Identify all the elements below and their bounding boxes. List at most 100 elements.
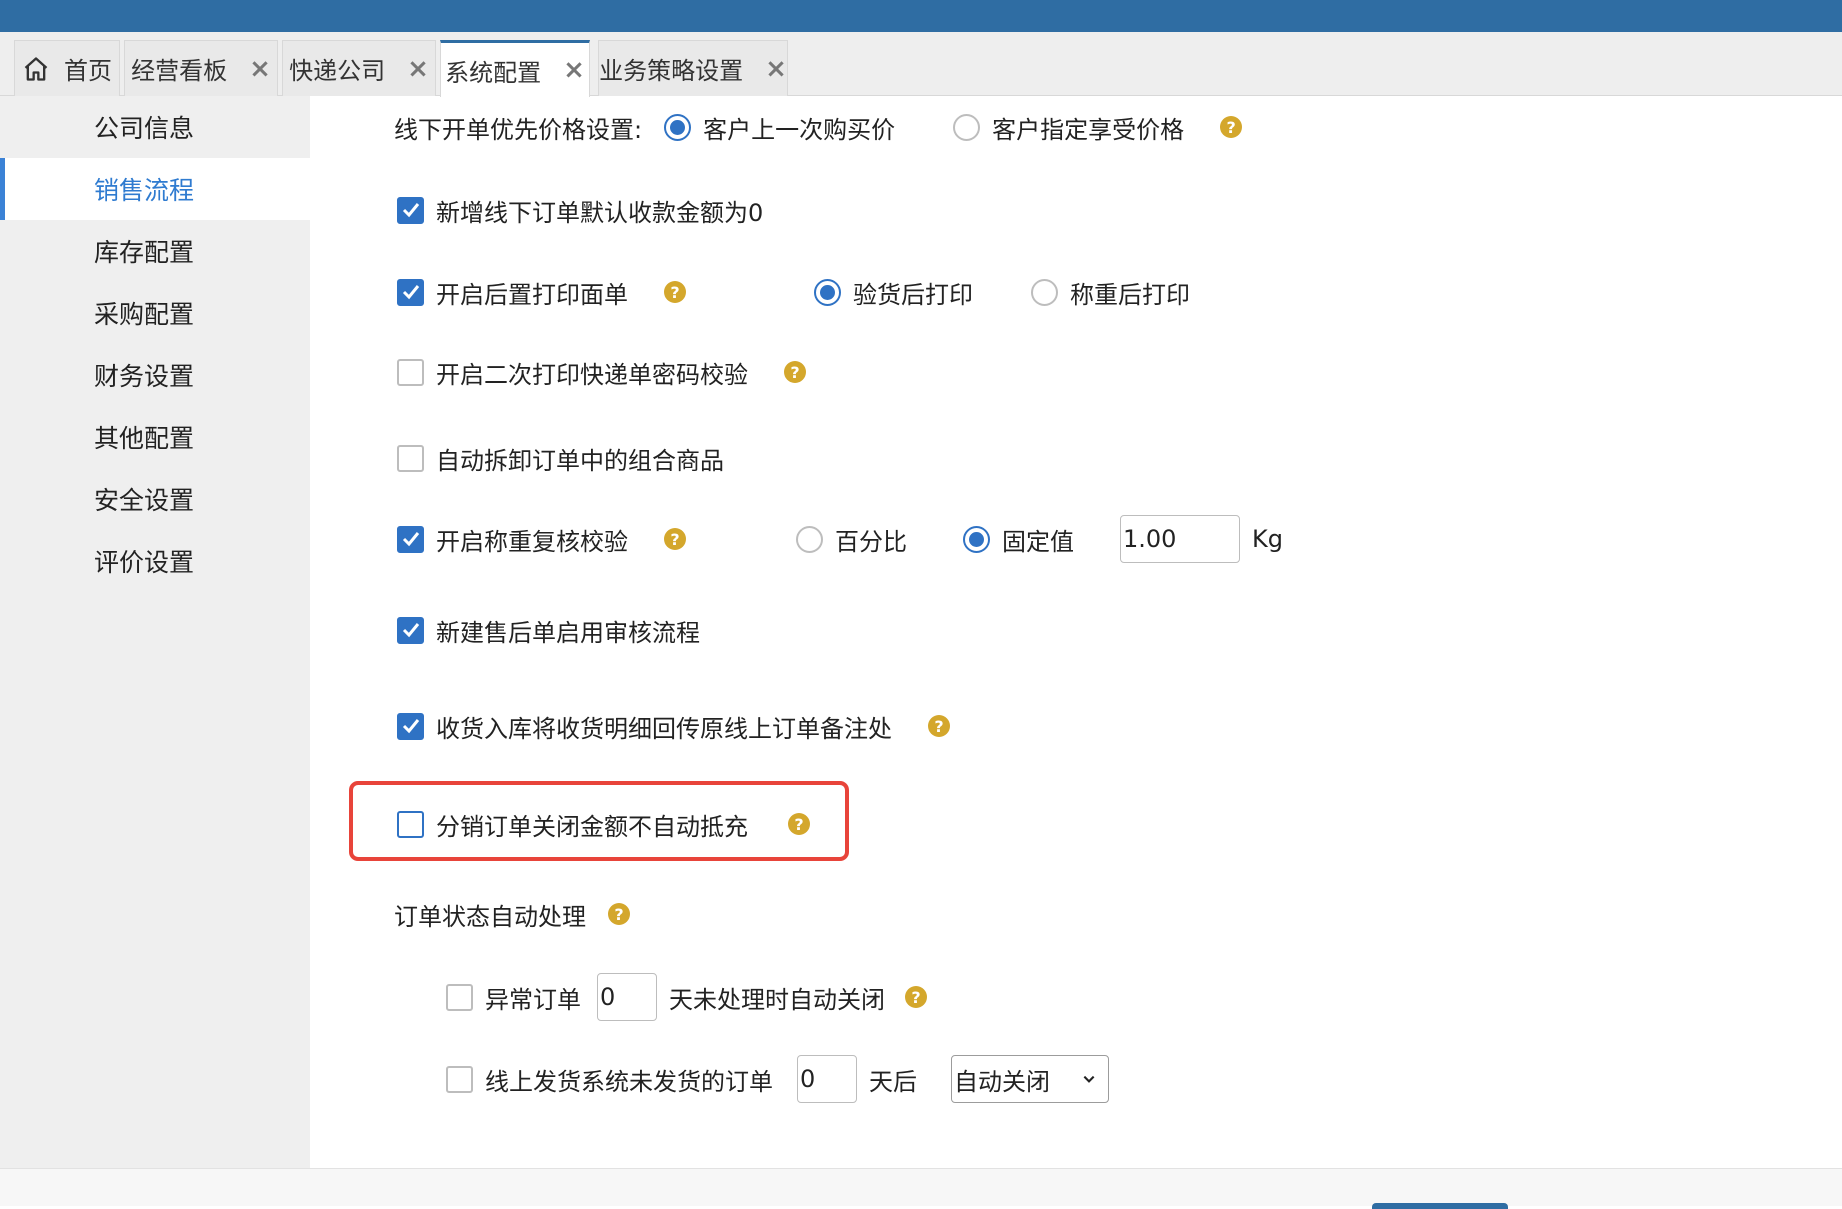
post-print-checkbox[interactable]	[397, 278, 424, 306]
tab-business-strategy[interactable]: 业务策略设置 ×	[598, 40, 788, 96]
online-unshipped-checkbox[interactable]	[446, 1065, 473, 1093]
receive-backfill-setting: 收货入库将收货明细回传原线上订单备注处 ?	[397, 708, 950, 744]
check-icon	[402, 719, 419, 734]
close-icon[interactable]: ×	[765, 54, 787, 84]
auto-split-combo-setting: 自动拆卸订单中的组合商品	[397, 440, 724, 476]
abnormal-days-input[interactable]: 0	[597, 973, 657, 1021]
sidebar-item-inventory[interactable]: 库存配置	[0, 220, 310, 282]
sidebar-item-label: 销售流程	[94, 176, 195, 205]
radio-fixed-value[interactable]	[963, 525, 990, 553]
abnormal-order-setting: 异常订单 0 天未处理时自动关闭 ?	[446, 972, 927, 1022]
close-icon[interactable]: ×	[249, 54, 271, 84]
footer-button[interactable]	[1372, 1203, 1508, 1209]
online-unshipped-label: 线上发货系统未发货的订单	[485, 1067, 773, 1096]
abnormal-order-checkbox[interactable]	[446, 983, 473, 1011]
tab-dashboard-label: 经营看板	[131, 57, 228, 85]
abnormal-suffix-label: 天未处理时自动关闭	[669, 985, 885, 1014]
help-icon[interactable]: ?	[664, 528, 686, 550]
radio-assigned-price-label: 客户指定享受价格	[992, 115, 1185, 144]
weight-check-label: 开启称重复核校验	[436, 527, 628, 556]
tab-express[interactable]: 快递公司 ×	[282, 40, 436, 96]
tab-system-config-label: 系统配置	[445, 58, 542, 87]
help-icon[interactable]: ?	[784, 361, 806, 383]
aftersale-review-label: 新建售后单启用审核流程	[436, 618, 700, 647]
sidebar-item-purchase[interactable]: 采购配置	[0, 282, 310, 344]
radio-assigned-price[interactable]	[953, 113, 981, 141]
radio-percentage[interactable]	[796, 525, 823, 553]
second-print-password-label: 开启二次打印快递单密码校验	[436, 360, 748, 389]
weight-check-checkbox[interactable]	[397, 525, 424, 553]
check-icon	[402, 623, 419, 638]
footer-bar	[0, 1168, 1842, 1209]
online-unshipped-suffix-label: 天后	[869, 1067, 917, 1096]
help-icon[interactable]: ?	[905, 986, 927, 1008]
chevron-down-icon	[1083, 1075, 1095, 1083]
sidebar-item-label: 其他配置	[94, 424, 195, 453]
tab-dashboard[interactable]: 经营看板 ×	[124, 40, 278, 96]
sidebar-item-review[interactable]: 评价设置	[0, 530, 310, 592]
offline-price-label: 线下开单优先价格设置:	[394, 115, 643, 144]
default-receipt-zero-setting: 新增线下订单默认收款金额为0	[397, 192, 763, 228]
sidebar-item-company-info[interactable]: 公司信息	[0, 96, 310, 158]
post-print-setting: 开启后置打印面单 ? 验货后打印 称重后打印	[397, 274, 1190, 310]
receive-backfill-checkbox[interactable]	[397, 712, 424, 740]
online-unshipped-setting: 线上发货系统未发货的订单 0 天后 自动关闭	[446, 1054, 1109, 1104]
sidebar: 公司信息 销售流程 库存配置 采购配置 财务设置 其他配置 安全设置 评价设置	[0, 96, 310, 1168]
sidebar-item-sales-process[interactable]: 销售流程	[0, 158, 310, 220]
sidebar-item-security[interactable]: 安全设置	[0, 468, 310, 530]
tab-system-config[interactable]: 系统配置 ×	[440, 40, 590, 97]
help-icon[interactable]: ?	[664, 281, 686, 303]
home-icon	[22, 55, 50, 83]
aftersale-review-checkbox[interactable]	[397, 616, 424, 644]
radio-print-after-weighing-label: 称重后打印	[1070, 280, 1190, 309]
check-icon	[402, 285, 419, 300]
online-unshipped-days-input[interactable]: 0	[797, 1055, 857, 1103]
online-unshipped-action-select[interactable]: 自动关闭	[951, 1055, 1109, 1103]
tab-bar: 首页 经营看板 × 快递公司 × 系统配置 × 业务策略设置 ×	[0, 32, 1842, 97]
check-icon	[402, 203, 419, 218]
sidebar-item-label: 财务设置	[94, 362, 195, 391]
help-icon[interactable]: ?	[608, 903, 630, 925]
auto-process-title: 订单状态自动处理 ?	[394, 896, 630, 932]
close-icon[interactable]: ×	[407, 54, 429, 84]
second-print-password-checkbox[interactable]	[397, 358, 424, 386]
app-header	[0, 0, 1842, 32]
sidebar-item-label: 库存配置	[94, 238, 195, 267]
sidebar-item-finance[interactable]: 财务设置	[0, 344, 310, 406]
radio-print-after-weighing[interactable]	[1031, 278, 1058, 306]
highlight-box	[349, 781, 849, 861]
weight-check-setting: 开启称重复核校验 ? 百分比 固定值 1.00 Kg	[397, 514, 1283, 564]
radio-fixed-value-label: 固定值	[1002, 527, 1074, 556]
tab-business-strategy-label: 业务策略设置	[599, 57, 744, 85]
sidebar-item-label: 采购配置	[94, 300, 195, 329]
post-print-label: 开启后置打印面单	[436, 280, 628, 309]
tab-home-label: 首页	[64, 57, 112, 85]
online-unshipped-action-value: 自动关闭	[954, 1067, 1050, 1096]
weight-tolerance-input[interactable]: 1.00	[1120, 515, 1240, 563]
aftersale-review-setting: 新建售后单启用审核流程	[397, 612, 700, 648]
radio-print-after-inspection-label: 验货后打印	[853, 280, 973, 309]
radio-last-purchase-price[interactable]	[664, 113, 692, 141]
default-receipt-zero-checkbox[interactable]	[397, 196, 424, 224]
sidebar-item-other[interactable]: 其他配置	[0, 406, 310, 468]
auto-process-title-label: 订单状态自动处理	[394, 902, 586, 931]
sidebar-item-label: 公司信息	[94, 114, 195, 143]
sidebar-item-label: 安全设置	[94, 486, 195, 515]
tab-home[interactable]: 首页	[14, 40, 120, 96]
default-receipt-zero-label: 新增线下订单默认收款金额为0	[436, 198, 764, 227]
abnormal-order-label: 异常订单	[485, 985, 581, 1014]
auto-split-combo-checkbox[interactable]	[397, 444, 424, 472]
weight-unit-label: Kg	[1252, 525, 1283, 553]
radio-print-after-inspection[interactable]	[814, 278, 841, 306]
tab-express-label: 快递公司	[289, 57, 386, 85]
second-print-password-setting: 开启二次打印快递单密码校验 ?	[397, 354, 806, 390]
radio-last-purchase-price-label: 客户上一次购买价	[703, 115, 896, 144]
auto-split-combo-label: 自动拆卸订单中的组合商品	[436, 446, 724, 475]
help-icon[interactable]: ?	[928, 715, 950, 737]
check-icon	[402, 532, 419, 547]
settings-panel: 线下开单优先价格设置: 客户上一次购买价 客户指定享受价格 ? 新增线下订单默认…	[310, 96, 1842, 1168]
receive-backfill-label: 收货入库将收货明细回传原线上订单备注处	[436, 714, 892, 743]
offline-price-setting: 线下开单优先价格设置: 客户上一次购买价 客户指定享受价格 ?	[394, 108, 1243, 146]
close-icon[interactable]: ×	[563, 55, 585, 85]
help-icon[interactable]: ?	[1220, 116, 1243, 138]
